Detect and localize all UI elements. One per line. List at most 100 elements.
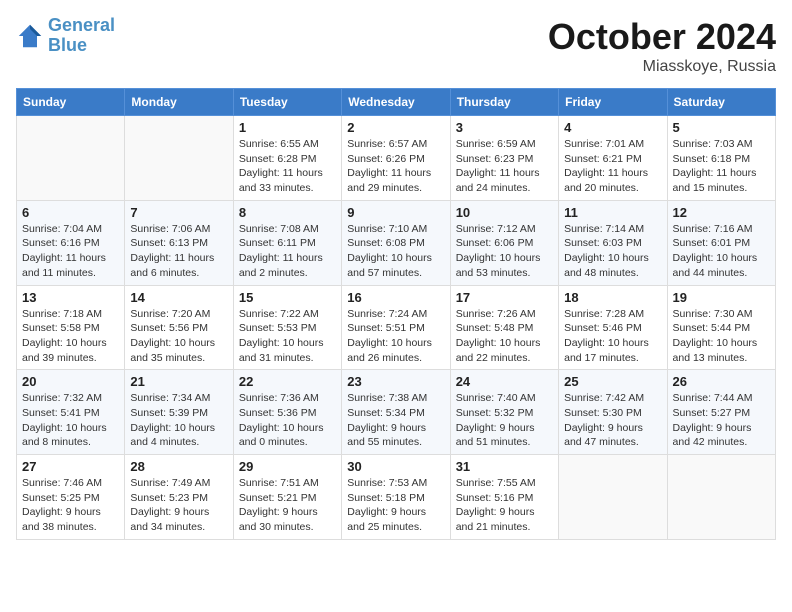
calendar-cell: 29 Sunrise: 7:51 AM Sunset: 5:21 PM Dayli…: [233, 455, 341, 540]
calendar-cell: 19 Sunrise: 7:30 AM Sunset: 5:44 PM Dayli…: [667, 285, 775, 370]
calendar-cell: 15 Sunrise: 7:22 AM Sunset: 5:53 PM Dayli…: [233, 285, 341, 370]
calendar-cell: 2 Sunrise: 6:57 AM Sunset: 6:26 PM Daylig…: [342, 116, 450, 201]
calendar-header-row: SundayMondayTuesdayWednesdayThursdayFrid…: [17, 89, 776, 116]
day-info: Sunrise: 7:42 AM Sunset: 5:30 PM Dayligh…: [564, 391, 661, 450]
logo-icon: [16, 22, 44, 50]
calendar-cell: 10 Sunrise: 7:12 AM Sunset: 6:06 PM Dayli…: [450, 200, 558, 285]
day-number: 27: [22, 459, 119, 474]
calendar-cell: 16 Sunrise: 7:24 AM Sunset: 5:51 PM Dayli…: [342, 285, 450, 370]
calendar-cell: 9 Sunrise: 7:10 AM Sunset: 6:08 PM Daylig…: [342, 200, 450, 285]
title-block: October 2024 Miasskoye, Russia: [548, 16, 776, 76]
calendar-cell: 12 Sunrise: 7:16 AM Sunset: 6:01 PM Dayli…: [667, 200, 775, 285]
calendar-cell: 3Sunrise: 6:59 AM Sunset: 6:23 PM Daylig…: [450, 116, 558, 201]
day-number: 23: [347, 374, 444, 389]
day-info: Sunrise: 7:24 AM Sunset: 5:51 PM Dayligh…: [347, 307, 444, 366]
day-number: 18: [564, 290, 661, 305]
calendar-cell: 5Sunrise: 7:03 AM Sunset: 6:18 PM Daylig…: [667, 116, 775, 201]
location: Miasskoye, Russia: [548, 58, 776, 76]
calendar-cell: 11Sunrise: 7:14 AM Sunset: 6:03 PM Dayli…: [559, 200, 667, 285]
day-number: 28: [130, 459, 227, 474]
day-number: 29: [239, 459, 336, 474]
day-info: Sunrise: 7:20 AM Sunset: 5:56 PM Dayligh…: [130, 307, 227, 366]
day-info: Sunrise: 7:10 AM Sunset: 6:08 PM Dayligh…: [347, 222, 444, 281]
day-info: Sunrise: 7:06 AM Sunset: 6:13 PM Dayligh…: [130, 222, 227, 281]
calendar-cell: 13 Sunrise: 7:18 AM Sunset: 5:58 PM Dayli…: [17, 285, 125, 370]
day-info: Sunrise: 7:53 AM Sunset: 5:18 PM Dayligh…: [347, 476, 444, 535]
day-info: Sunrise: 7:44 AM Sunset: 5:27 PM Dayligh…: [673, 391, 770, 450]
calendar-cell: 23Sunrise: 7:38 AM Sunset: 5:34 PM Dayli…: [342, 370, 450, 455]
calendar-cell: 4Sunrise: 7:01 AM Sunset: 6:21 PM Daylig…: [559, 116, 667, 201]
day-number: 21: [130, 374, 227, 389]
day-info: Sunrise: 6:59 AM Sunset: 6:23 PM Dayligh…: [456, 137, 553, 196]
day-info: Sunrise: 7:28 AM Sunset: 5:46 PM Dayligh…: [564, 307, 661, 366]
day-info: Sunrise: 7:08 AM Sunset: 6:11 PM Dayligh…: [239, 222, 336, 281]
day-number: 12: [673, 205, 770, 220]
day-info: Sunrise: 7:16 AM Sunset: 6:01 PM Dayligh…: [673, 222, 770, 281]
day-number: 19: [673, 290, 770, 305]
calendar-week-row: 6Sunrise: 7:04 AM Sunset: 6:16 PM Daylig…: [17, 200, 776, 285]
calendar-cell: 27 Sunrise: 7:46 AM Sunset: 5:25 PM Dayli…: [17, 455, 125, 540]
day-info: Sunrise: 7:40 AM Sunset: 5:32 PM Dayligh…: [456, 391, 553, 450]
day-info: Sunrise: 7:30 AM Sunset: 5:44 PM Dayligh…: [673, 307, 770, 366]
calendar-cell: 24 Sunrise: 7:40 AM Sunset: 5:32 PM Dayli…: [450, 370, 558, 455]
day-number: 7: [130, 205, 227, 220]
day-info: Sunrise: 7:22 AM Sunset: 5:53 PM Dayligh…: [239, 307, 336, 366]
day-number: 2: [347, 120, 444, 135]
day-number: 1: [239, 120, 336, 135]
logo-text-line1: General: [48, 16, 115, 36]
logo: General Blue: [16, 16, 115, 56]
weekday-header: Saturday: [667, 89, 775, 116]
day-info: Sunrise: 7:51 AM Sunset: 5:21 PM Dayligh…: [239, 476, 336, 535]
calendar-cell: 17Sunrise: 7:26 AM Sunset: 5:48 PM Dayli…: [450, 285, 558, 370]
calendar-cell: 26Sunrise: 7:44 AM Sunset: 5:27 PM Dayli…: [667, 370, 775, 455]
weekday-header: Tuesday: [233, 89, 341, 116]
day-info: Sunrise: 7:46 AM Sunset: 5:25 PM Dayligh…: [22, 476, 119, 535]
logo-text-line2: Blue: [48, 36, 115, 56]
calendar-cell: 14 Sunrise: 7:20 AM Sunset: 5:56 PM Dayli…: [125, 285, 233, 370]
calendar-cell: 25Sunrise: 7:42 AM Sunset: 5:30 PM Dayli…: [559, 370, 667, 455]
weekday-header: Thursday: [450, 89, 558, 116]
calendar-cell: [559, 455, 667, 540]
day-info: Sunrise: 6:57 AM Sunset: 6:26 PM Dayligh…: [347, 137, 444, 196]
day-info: Sunrise: 7:49 AM Sunset: 5:23 PM Dayligh…: [130, 476, 227, 535]
weekday-header: Friday: [559, 89, 667, 116]
day-info: Sunrise: 6:55 AM Sunset: 6:28 PM Dayligh…: [239, 137, 336, 196]
day-number: 10: [456, 205, 553, 220]
calendar-cell: 31 Sunrise: 7:55 AM Sunset: 5:16 PM Dayli…: [450, 455, 558, 540]
calendar-table: SundayMondayTuesdayWednesdayThursdayFrid…: [16, 88, 776, 540]
calendar-cell: 20Sunrise: 7:32 AM Sunset: 5:41 PM Dayli…: [17, 370, 125, 455]
weekday-header: Monday: [125, 89, 233, 116]
day-number: 24: [456, 374, 553, 389]
calendar-cell: 7 Sunrise: 7:06 AM Sunset: 6:13 PM Daylig…: [125, 200, 233, 285]
day-info: Sunrise: 7:55 AM Sunset: 5:16 PM Dayligh…: [456, 476, 553, 535]
day-number: 16: [347, 290, 444, 305]
calendar-cell: 28 Sunrise: 7:49 AM Sunset: 5:23 PM Dayli…: [125, 455, 233, 540]
day-number: 13: [22, 290, 119, 305]
day-number: 9: [347, 205, 444, 220]
calendar-cell: 1 Sunrise: 6:55 AM Sunset: 6:28 PM Daylig…: [233, 116, 341, 201]
calendar-week-row: 1 Sunrise: 6:55 AM Sunset: 6:28 PM Daylig…: [17, 116, 776, 201]
day-number: 15: [239, 290, 336, 305]
day-info: Sunrise: 7:18 AM Sunset: 5:58 PM Dayligh…: [22, 307, 119, 366]
day-info: Sunrise: 7:32 AM Sunset: 5:41 PM Dayligh…: [22, 391, 119, 450]
day-number: 14: [130, 290, 227, 305]
calendar-cell: [17, 116, 125, 201]
day-number: 11: [564, 205, 661, 220]
calendar-week-row: 27 Sunrise: 7:46 AM Sunset: 5:25 PM Dayli…: [17, 455, 776, 540]
day-info: Sunrise: 7:34 AM Sunset: 5:39 PM Dayligh…: [130, 391, 227, 450]
calendar-week-row: 13 Sunrise: 7:18 AM Sunset: 5:58 PM Dayli…: [17, 285, 776, 370]
weekday-header: Sunday: [17, 89, 125, 116]
calendar-cell: 18 Sunrise: 7:28 AM Sunset: 5:46 PM Dayli…: [559, 285, 667, 370]
day-number: 17: [456, 290, 553, 305]
day-number: 5: [673, 120, 770, 135]
calendar-cell: 21 Sunrise: 7:34 AM Sunset: 5:39 PM Dayli…: [125, 370, 233, 455]
day-number: 31: [456, 459, 553, 474]
day-number: 6: [22, 205, 119, 220]
day-info: Sunrise: 7:12 AM Sunset: 6:06 PM Dayligh…: [456, 222, 553, 281]
day-info: Sunrise: 7:01 AM Sunset: 6:21 PM Dayligh…: [564, 137, 661, 196]
day-number: 22: [239, 374, 336, 389]
calendar-cell: 22 Sunrise: 7:36 AM Sunset: 5:36 PM Dayli…: [233, 370, 341, 455]
calendar-cell: [125, 116, 233, 201]
day-info: Sunrise: 7:36 AM Sunset: 5:36 PM Dayligh…: [239, 391, 336, 450]
calendar-cell: 6Sunrise: 7:04 AM Sunset: 6:16 PM Daylig…: [17, 200, 125, 285]
